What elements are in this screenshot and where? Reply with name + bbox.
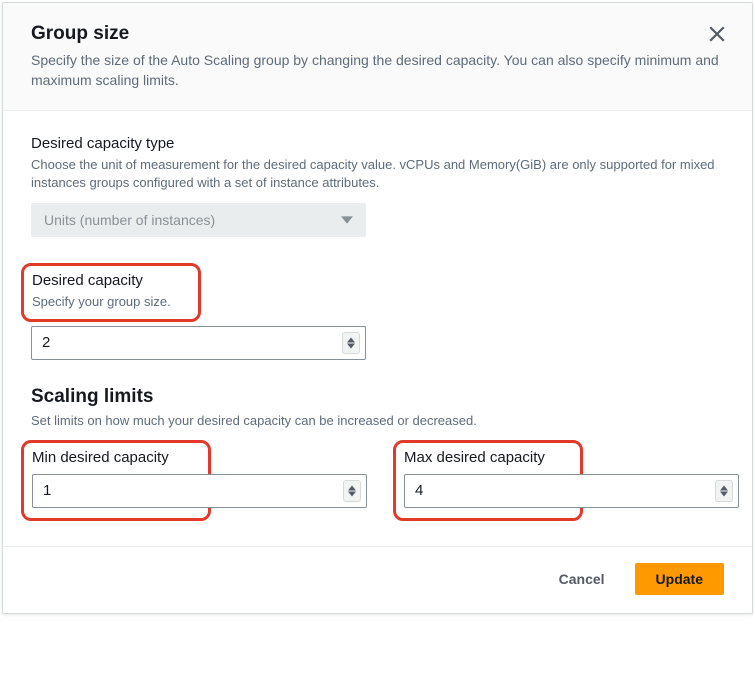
capacity-type-label: Desired capacity type [31, 135, 724, 152]
update-button[interactable]: Update [635, 563, 724, 595]
group-size-modal: Group size Specify the size of the Auto … [2, 2, 753, 614]
modal-description: Specify the size of the Auto Scaling gro… [31, 51, 724, 90]
desired-capacity-input[interactable] [31, 326, 366, 360]
desired-capacity-description: Specify your group size. [32, 293, 188, 311]
max-capacity-input-wrap [404, 474, 739, 508]
scaling-limits-heading: Scaling limits [31, 386, 724, 408]
cancel-button[interactable]: Cancel [539, 563, 625, 595]
capacity-type-description: Choose the unit of measurement for the d… [31, 156, 724, 192]
min-capacity-label: Min desired capacity [32, 449, 198, 466]
min-capacity-input[interactable] [32, 474, 367, 508]
capacity-type-section: Desired capacity type Choose the unit of… [31, 135, 724, 236]
chevron-down-icon [348, 491, 356, 497]
scaling-limits-section: Scaling limits Set limits on how much yo… [31, 386, 724, 508]
close-button[interactable] [704, 21, 730, 50]
close-icon [708, 25, 726, 43]
highlight-min: Min desired capacity [21, 440, 211, 521]
chevron-down-icon [347, 343, 355, 349]
min-capacity-col: Min desired capacity [31, 440, 373, 508]
desired-capacity-stepper[interactable] [342, 332, 360, 354]
highlight-max: Max desired capacity [393, 440, 583, 521]
max-capacity-input[interactable] [404, 474, 739, 508]
highlight-desired: Desired capacity Specify your group size… [21, 263, 201, 322]
limits-row: Min desired capacity [31, 440, 724, 508]
scaling-limits-description: Set limits on how much your desired capa… [31, 412, 724, 430]
capacity-type-select: Units (number of instances) [31, 203, 366, 237]
modal-footer: Cancel Update [3, 546, 752, 613]
caret-down-icon [341, 214, 353, 226]
chevron-down-icon [720, 491, 728, 497]
min-capacity-input-wrap [32, 474, 367, 508]
capacity-type-value: Units (number of instances) [44, 212, 215, 228]
desired-capacity-input-wrap [31, 326, 366, 360]
desired-capacity-section: Desired capacity Specify your group size… [31, 263, 724, 360]
modal-body: Desired capacity type Choose the unit of… [3, 111, 752, 546]
min-capacity-stepper[interactable] [343, 480, 361, 502]
max-capacity-col: Max desired capacity [403, 440, 745, 508]
max-capacity-label: Max desired capacity [404, 449, 570, 466]
modal-title: Group size [31, 23, 724, 45]
desired-capacity-label: Desired capacity [32, 272, 188, 289]
max-capacity-stepper[interactable] [715, 480, 733, 502]
modal-header: Group size Specify the size of the Auto … [3, 3, 752, 111]
